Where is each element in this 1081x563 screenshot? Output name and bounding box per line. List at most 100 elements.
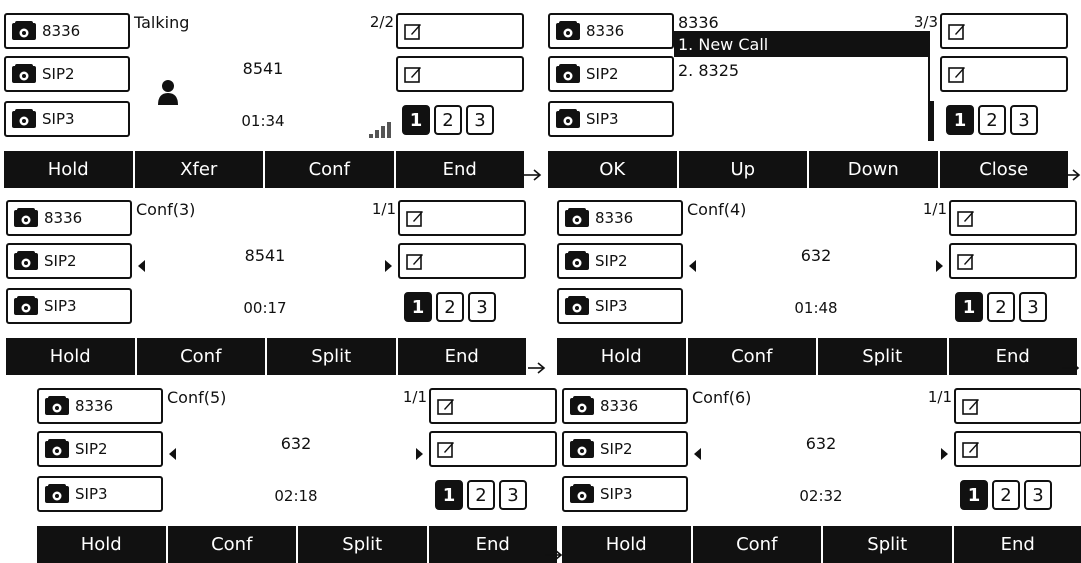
account-key[interactable]: SIP2 <box>548 56 674 92</box>
account-label: SIP2 <box>44 252 77 270</box>
account-key[interactable]: 8336 <box>557 200 683 236</box>
menu-item[interactable]: 2. 8325 <box>674 57 928 83</box>
phone-icon <box>564 208 590 228</box>
phone-icon <box>555 64 581 84</box>
account-key[interactable]: 8336 <box>37 388 163 424</box>
account-key[interactable]: SIP3 <box>557 288 683 324</box>
scroll-thumb[interactable] <box>930 101 934 141</box>
account-key[interactable]: 8336 <box>6 200 132 236</box>
account-key[interactable]: SIP2 <box>4 56 130 92</box>
account-key[interactable]: SIP3 <box>37 476 163 512</box>
page-button[interactable]: 3 <box>466 105 494 135</box>
page-button[interactable]: 2 <box>992 480 1020 510</box>
arrow-left-icon[interactable] <box>138 260 145 272</box>
account-key[interactable]: SIP3 <box>4 101 130 137</box>
arrow-right-icon[interactable] <box>385 260 392 272</box>
softkey-end[interactable]: End <box>398 338 527 375</box>
line-key[interactable] <box>398 243 526 279</box>
arrow-right-icon[interactable] <box>416 448 423 460</box>
arrow-left-icon[interactable] <box>694 448 701 460</box>
page-button[interactable]: 2 <box>987 292 1015 322</box>
account-key[interactable]: SIP2 <box>37 431 163 467</box>
softkey-hold[interactable]: Hold <box>6 338 137 375</box>
softkey-end[interactable]: End <box>949 338 1078 375</box>
softkey-conf[interactable]: Conf <box>688 338 819 375</box>
account-label: SIP2 <box>586 65 619 83</box>
page-button[interactable]: 2 <box>467 480 495 510</box>
line-key[interactable] <box>954 388 1081 424</box>
softkey-close[interactable]: Close <box>940 151 1069 188</box>
page-button[interactable]: 2 <box>436 292 464 322</box>
line-key[interactable] <box>429 388 557 424</box>
softkey-hold[interactable]: Hold <box>37 526 168 563</box>
account-key[interactable]: 8336 <box>4 13 130 49</box>
softkey-hold[interactable]: Hold <box>562 526 693 563</box>
page-button[interactable]: 1 <box>946 105 974 135</box>
softkey-split[interactable]: Split <box>823 526 954 563</box>
page-button[interactable]: 1 <box>960 480 988 510</box>
account-key[interactable]: SIP3 <box>6 288 132 324</box>
account-key[interactable]: SIP3 <box>548 101 674 137</box>
page-button[interactable]: 3 <box>468 292 496 322</box>
account-key[interactable]: SIP3 <box>562 476 688 512</box>
softkey-ok[interactable]: OK <box>548 151 679 188</box>
softkey-split[interactable]: Split <box>267 338 398 375</box>
call-title: 8336 <box>678 13 719 32</box>
page-button[interactable]: 1 <box>955 292 983 322</box>
arrow-right-icon[interactable] <box>941 448 948 460</box>
account-key[interactable]: SIP2 <box>6 243 132 279</box>
softkey-xfer[interactable]: Xfer <box>135 151 266 188</box>
line-key[interactable] <box>429 431 557 467</box>
call-info-area: Conf(6) 1/1 63202:32 <box>690 384 952 519</box>
line-key[interactable] <box>396 13 524 49</box>
edit-icon <box>957 252 975 270</box>
softkey-bar: HoldXferConfEnd <box>4 151 524 188</box>
arrow-left-icon[interactable] <box>169 448 176 460</box>
softkey-end[interactable]: End <box>954 526 1081 563</box>
arrow-left-icon[interactable] <box>689 260 696 272</box>
edit-icon <box>948 22 966 40</box>
page-button[interactable]: 1 <box>402 105 430 135</box>
line-key[interactable] <box>940 13 1068 49</box>
softkey-bar: HoldConfSplitEnd <box>37 526 557 563</box>
page-button[interactable]: 3 <box>1010 105 1038 135</box>
softkey-conf[interactable]: Conf <box>137 338 268 375</box>
line-key[interactable] <box>949 200 1077 236</box>
page-button[interactable]: 3 <box>1019 292 1047 322</box>
softkey-hold[interactable]: Hold <box>4 151 135 188</box>
menu-scrollbar[interactable] <box>928 31 936 141</box>
page-button[interactable]: 1 <box>435 480 463 510</box>
menu-item[interactable]: 1. New Call <box>674 31 928 57</box>
softkey-down[interactable]: Down <box>809 151 940 188</box>
account-key[interactable]: SIP2 <box>562 431 688 467</box>
call-info-area: Conf(5) 1/1 63202:18 <box>165 384 427 519</box>
softkey-bar: HoldConfSplitEnd <box>562 526 1081 563</box>
softkey-up[interactable]: Up <box>679 151 810 188</box>
softkey-conf[interactable]: Conf <box>168 526 299 563</box>
softkey-hold[interactable]: Hold <box>557 338 688 375</box>
account-key[interactable]: 8336 <box>548 13 674 49</box>
line-key[interactable] <box>954 431 1081 467</box>
softkey-split[interactable]: Split <box>298 526 429 563</box>
softkey-end[interactable]: End <box>396 151 525 188</box>
softkey-conf[interactable]: Conf <box>693 526 824 563</box>
softkey-split[interactable]: Split <box>818 338 949 375</box>
account-label: 8336 <box>586 22 624 40</box>
account-key[interactable]: 8336 <box>562 388 688 424</box>
page-button[interactable]: 3 <box>1024 480 1052 510</box>
line-key[interactable] <box>398 200 526 236</box>
line-key[interactable] <box>949 243 1077 279</box>
arrow-right-icon <box>1063 168 1081 182</box>
page-indicator: 123 <box>946 105 1038 135</box>
account-key[interactable]: SIP2 <box>557 243 683 279</box>
page-button[interactable]: 1 <box>404 292 432 322</box>
softkey-end[interactable]: End <box>429 526 558 563</box>
line-key[interactable] <box>396 56 524 92</box>
softkey-conf[interactable]: Conf <box>265 151 396 188</box>
page-button[interactable]: 2 <box>434 105 462 135</box>
line-key[interactable] <box>940 56 1068 92</box>
arrow-right-icon[interactable] <box>936 260 943 272</box>
page-button[interactable]: 3 <box>499 480 527 510</box>
page-button[interactable]: 2 <box>978 105 1006 135</box>
call-duration: 01:48 <box>685 299 947 317</box>
